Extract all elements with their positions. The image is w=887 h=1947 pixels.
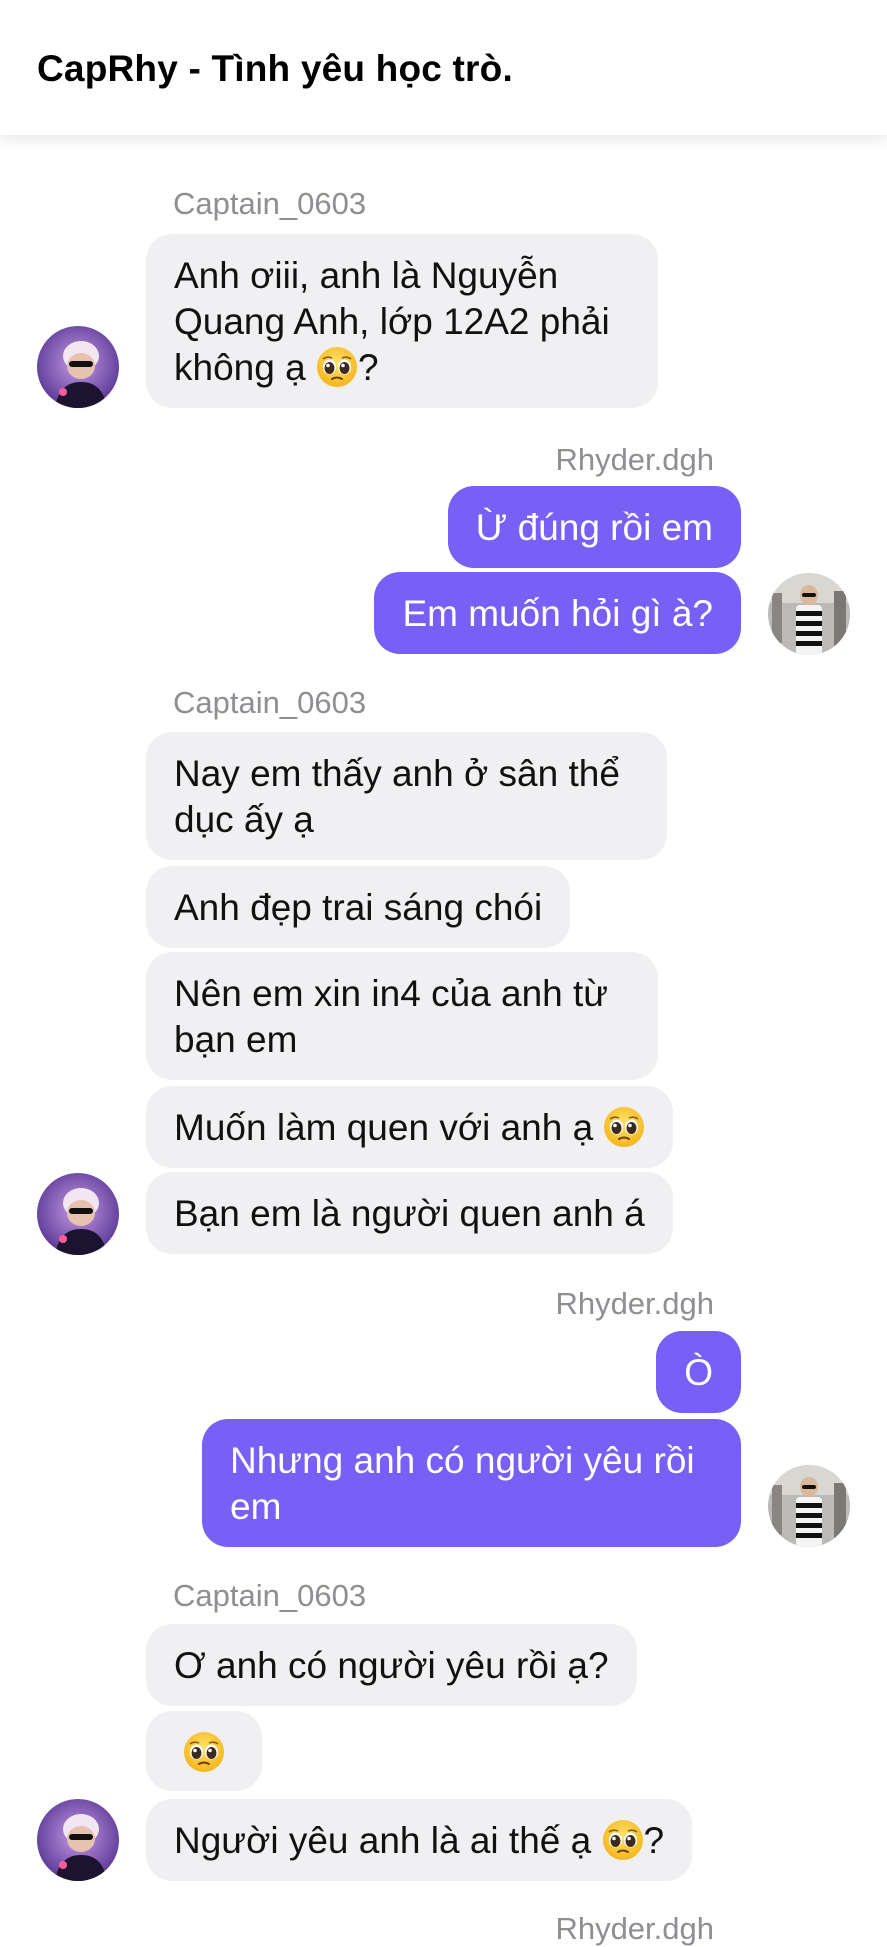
rhyder-avatar[interactable] xyxy=(768,573,850,655)
sender-name: Rhyder.dgh xyxy=(555,442,714,477)
incoming-message[interactable]: Bạn em là người quen anh á xyxy=(146,1172,673,1254)
incoming-message[interactable]: Anh ơiii, anh là Nguyễn Quang Anh, lớp 1… xyxy=(146,234,658,408)
message-text: Anh ơiii, anh là Nguyễn Quang Anh, lớp 1… xyxy=(174,255,610,388)
message-text: Nên em xin in4 của anh từ bạn em xyxy=(174,973,609,1060)
pleading-face-emoji xyxy=(603,1106,646,1148)
incoming-message[interactable] xyxy=(146,1711,262,1791)
message-text: Nhưng anh có người yêu rồi em xyxy=(230,1440,695,1527)
captain-avatar[interactable] xyxy=(37,326,119,408)
captain-avatar[interactable] xyxy=(37,1799,119,1881)
pleading-face-emoji xyxy=(601,1819,644,1861)
message-text-suffix: ? xyxy=(357,347,379,388)
incoming-message[interactable]: Muốn làm quen với anh ạ xyxy=(146,1086,674,1168)
conversation-title: CapRhy - Tình yêu học trò. xyxy=(37,48,513,89)
pleading-face-emoji xyxy=(315,346,358,388)
message-text: Anh đẹp trai sáng chói xyxy=(174,887,543,928)
sender-name: Captain_0603 xyxy=(173,186,367,221)
outgoing-message[interactable]: Nhưng anh có người yêu rồi em xyxy=(202,1419,741,1547)
message-text: Ò xyxy=(684,1352,713,1393)
sender-name: Captain_0603 xyxy=(173,1578,367,1613)
message-text: Người yêu anh là ai thế ạ xyxy=(174,1820,592,1861)
incoming-message[interactable]: Người yêu anh là ai thế ạ ? xyxy=(146,1799,693,1881)
message-text: Nay em thấy anh ở sân thể dục ấy ạ xyxy=(174,753,620,840)
rhyder-avatar[interactable] xyxy=(768,1465,850,1547)
sender-name: Captain_0603 xyxy=(173,685,367,720)
incoming-message[interactable]: Anh đẹp trai sáng chói xyxy=(146,866,571,948)
message-text: Muốn làm quen với anh ạ xyxy=(174,1107,594,1148)
sender-name: Rhyder.dgh xyxy=(555,1911,714,1946)
message-text: Ừ đúng rồi em xyxy=(475,507,713,548)
chat-header: CapRhy - Tình yêu học trò. xyxy=(0,0,887,135)
message-text: Em muốn hỏi gì à? xyxy=(402,593,713,634)
message-text: Bạn em là người quen anh á xyxy=(174,1193,645,1234)
sender-name: Rhyder.dgh xyxy=(555,1286,714,1321)
outgoing-message[interactable]: Em muốn hỏi gì à? xyxy=(374,572,741,654)
message-text: Ơ anh có người yêu rồi ạ? xyxy=(174,1645,609,1686)
outgoing-message[interactable]: Ò xyxy=(656,1331,741,1413)
incoming-message[interactable]: Ơ anh có người yêu rồi ạ? xyxy=(146,1624,637,1706)
message-text-suffix: ? xyxy=(643,1820,665,1861)
message-list[interactable]: Captain_0603 Anh ơiii, anh là Nguyễn Qua… xyxy=(0,135,887,1946)
incoming-message[interactable]: Nay em thấy anh ở sân thể dục ấy ạ xyxy=(146,732,667,860)
outgoing-message[interactable]: Ừ đúng rồi em xyxy=(447,486,741,568)
captain-avatar[interactable] xyxy=(37,1173,119,1255)
incoming-message[interactable]: Nên em xin in4 của anh từ bạn em xyxy=(146,952,658,1080)
pleading-face-emoji xyxy=(183,1731,225,1773)
